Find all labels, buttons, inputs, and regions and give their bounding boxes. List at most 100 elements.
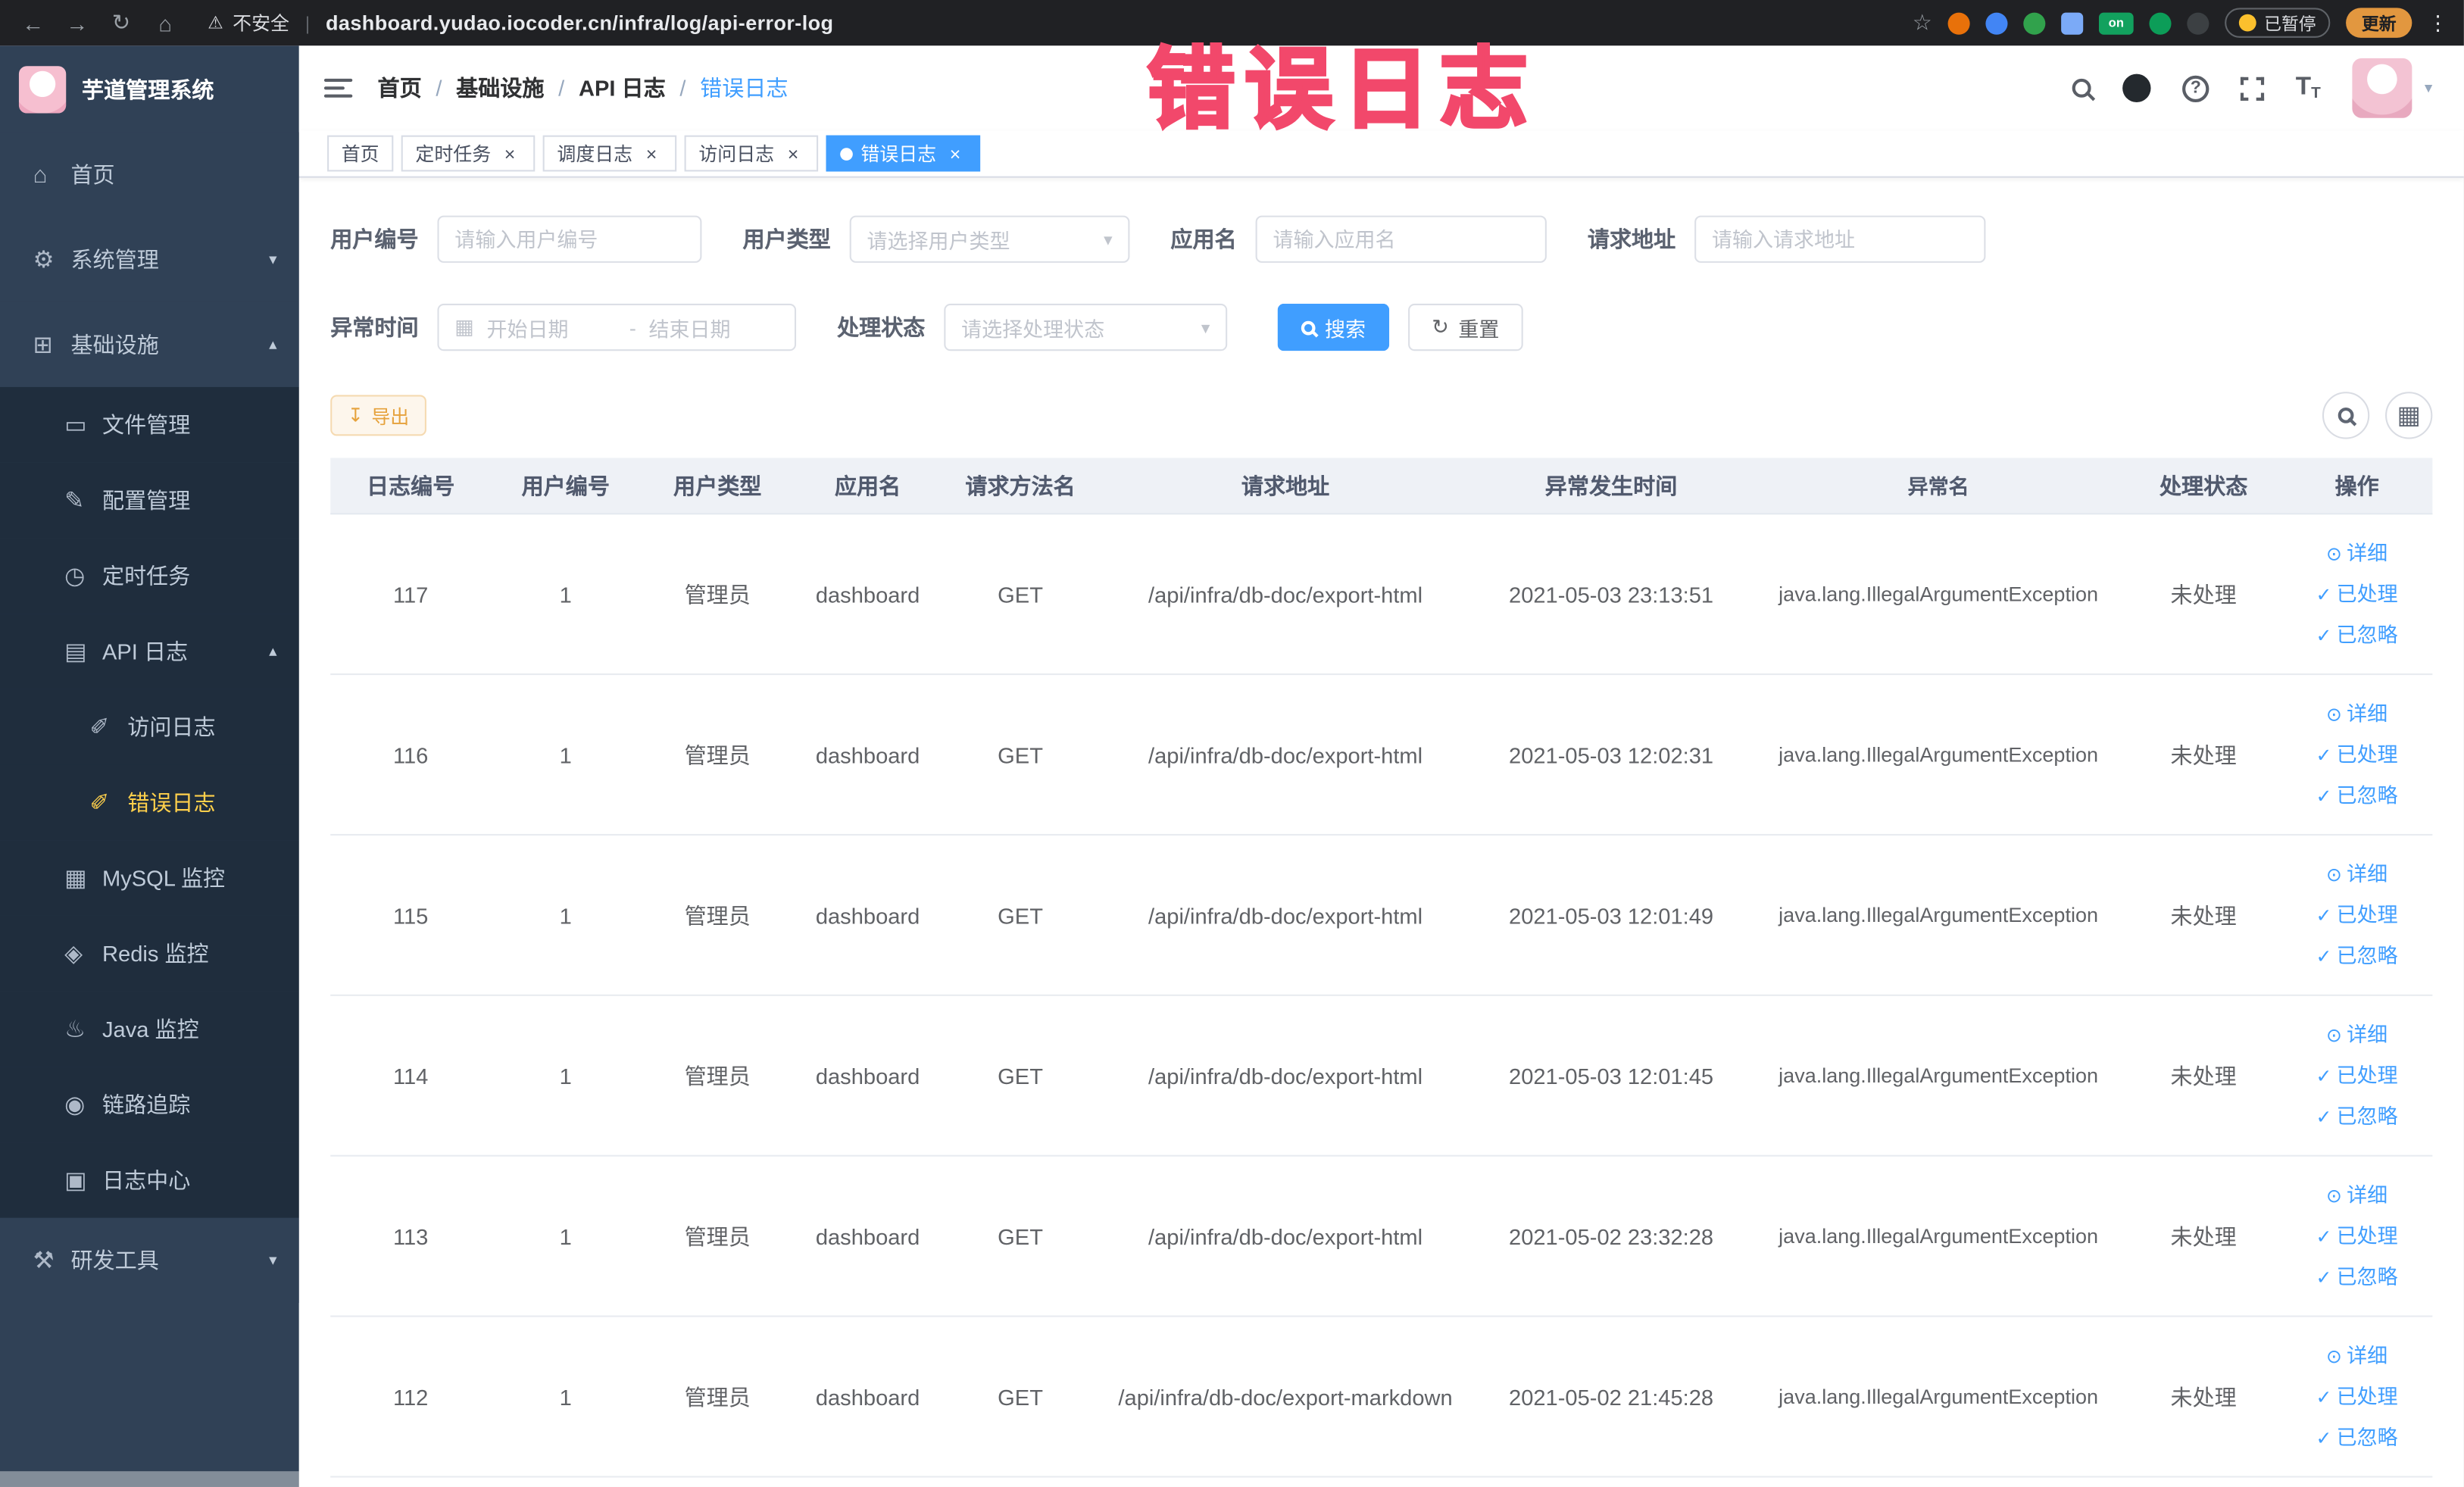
sidebar-item-tracer[interactable]: ◉ 链路追踪: [0, 1067, 299, 1143]
sidebar-item-label: Java 监控: [102, 1016, 199, 1042]
reset-button[interactable]: ↻ 重置: [1408, 303, 1523, 351]
extension-icon[interactable]: [1985, 11, 2008, 34]
cell-time: 2021-05-02 21:45:28: [1509, 1383, 1714, 1410]
address-bar[interactable]: ⚠ 不安全 | dashboard.yudao.iocoder.cn/infra…: [192, 5, 1903, 40]
tab-close-icon[interactable]: ×: [499, 142, 521, 164]
table-toolbar: ↧ 导出 ▦: [330, 392, 2433, 439]
sidebar-item-dev-tools[interactable]: ⚒ 研发工具 ▾: [0, 1217, 299, 1303]
processed-link[interactable]: ✓ 已处理: [2316, 1378, 2398, 1416]
error-log-table: 日志编号 用户编号 用户类型 应用名 请求方法名 请求地址 异常发生时间 异常名 处理状态 操作 …: [330, 458, 2433, 1478]
process-status-select[interactable]: 请选择处理状态 ▾: [944, 303, 1228, 351]
forward-icon[interactable]: →: [60, 11, 95, 36]
sidebar-item-label: 研发工具: [70, 1248, 159, 1273]
column-header: 处理状态: [2159, 473, 2248, 498]
sidebar-item-mysql[interactable]: ▦ MySQL 监控: [0, 840, 299, 916]
processed-link[interactable]: ✓ 已处理: [2316, 1057, 2398, 1095]
grid-icon: ▦: [2397, 402, 2421, 430]
breadcrumb-item[interactable]: 错误日志: [700, 73, 788, 105]
export-button[interactable]: ↧ 导出: [330, 395, 427, 436]
home-icon[interactable]: ⌂: [148, 11, 183, 36]
date-range-picker[interactable]: ▦ 开始日期 - 结束日期: [437, 303, 797, 351]
sidebar-item-java[interactable]: ♨ Java 监控: [0, 991, 299, 1067]
sidebar-item-file[interactable]: ▭ 文件管理: [0, 386, 299, 463]
bookmark-star-icon[interactable]: ☆: [1913, 9, 1932, 36]
reload-icon[interactable]: ↻: [104, 9, 139, 36]
sidebar-item-log-center[interactable]: ▣ 日志中心: [0, 1142, 299, 1218]
ignored-link[interactable]: ✓ 已忽略: [2316, 1098, 2398, 1136]
sidebar-toggle-icon[interactable]: [323, 78, 353, 98]
app-name-input[interactable]: [1273, 227, 1530, 251]
fullscreen-icon[interactable]: [2241, 76, 2265, 100]
extension-icon[interactable]: [1947, 11, 1970, 34]
extension-on-badge[interactable]: on: [2098, 11, 2134, 34]
tab-close-icon[interactable]: ×: [944, 142, 966, 164]
search-button[interactable]: 搜索: [1277, 303, 1390, 351]
font-size-icon[interactable]: TT: [2296, 74, 2321, 102]
extension-icon[interactable]: [2187, 11, 2209, 34]
sidebar-item-home[interactable]: ⌂ 首页: [0, 132, 299, 217]
ignored-link[interactable]: ✓ 已忽略: [2316, 616, 2398, 654]
avatar[interactable]: [2352, 58, 2412, 118]
detail-link[interactable]: ⊙ 详细: [2326, 855, 2387, 893]
browser-menu-icon[interactable]: ⋮: [2428, 11, 2448, 36]
extension-icon[interactable]: [2061, 11, 2084, 34]
url-text[interactable]: dashboard.yudao.iocoder.cn/infra/log/api…: [326, 11, 833, 35]
breadcrumb-item[interactable]: API 日志: [579, 73, 666, 105]
ignored-link[interactable]: ✓ 已忽略: [2316, 1258, 2398, 1296]
sidebar-item-job[interactable]: ◷ 定时任务: [0, 538, 299, 614]
sidebar-item-error-log[interactable]: ✐ 错误日志: [0, 764, 299, 841]
back-icon[interactable]: ←: [16, 11, 51, 36]
processed-link[interactable]: ✓ 已处理: [2316, 575, 2398, 613]
detail-link[interactable]: ⊙ 详细: [2326, 1176, 2387, 1214]
range-separator: -: [629, 315, 636, 339]
app-logo[interactable]: 芋道管理系统: [0, 45, 299, 132]
ignored-link[interactable]: ✓ 已忽略: [2316, 1419, 2398, 1457]
extension-icon[interactable]: [2149, 11, 2172, 34]
view-icon: ⊙: [2326, 1184, 2342, 1207]
extension-icon[interactable]: [2023, 11, 2046, 34]
sidebar-item-system[interactable]: ⚙ 系统管理 ▾: [0, 217, 299, 302]
tab-close-icon[interactable]: ×: [641, 142, 663, 164]
tab-close-icon[interactable]: ×: [782, 142, 804, 164]
ignored-link[interactable]: ✓ 已忽略: [2316, 937, 2398, 975]
processed-link[interactable]: ✓ 已处理: [2316, 736, 2398, 773]
sidebar-item-access-log[interactable]: ✐ 访问日志: [0, 689, 299, 765]
sidebar-item-api-log[interactable]: ▤ API 日志 ▴: [0, 614, 299, 689]
user-id-input[interactable]: [454, 227, 685, 251]
cell-user-id: 1: [559, 581, 572, 607]
detail-link[interactable]: ⊙ 详细: [2326, 1016, 2387, 1054]
user-type-select[interactable]: 请选择用户类型 ▾: [849, 215, 1130, 263]
processed-link[interactable]: ✓ 已处理: [2316, 896, 2398, 934]
tab-access-log[interactable]: 访问日志 ×: [684, 135, 819, 172]
sidebar-item-config[interactable]: ✎ 配置管理: [0, 462, 299, 539]
cell-url: /api/infra/db-doc/export-markdown: [1118, 1383, 1453, 1410]
table-column-settings-button[interactable]: ▦: [2385, 392, 2433, 439]
search-icon[interactable]: [2072, 78, 2091, 98]
detail-link[interactable]: ⊙ 详细: [2326, 1337, 2387, 1375]
request-url-input[interactable]: [1711, 227, 1969, 251]
grid-icon: ⊞: [33, 332, 53, 359]
help-icon[interactable]: ?: [2182, 74, 2209, 102]
chevron-down-icon[interactable]: ▾: [2425, 80, 2432, 97]
redis-icon: ◈: [64, 941, 83, 968]
breadcrumb-item[interactable]: 基础设施: [456, 73, 544, 105]
tab-job-log[interactable]: 调度日志 ×: [542, 135, 677, 172]
active-tab-dot: [840, 147, 853, 160]
processed-link[interactable]: ✓ 已处理: [2316, 1217, 2398, 1255]
sidebar-scrollbar[interactable]: [0, 1471, 299, 1487]
sidebar-item-redis[interactable]: ◈ Redis 监控: [0, 915, 299, 992]
detail-link[interactable]: ⊙ 详细: [2326, 534, 2387, 572]
tab-job[interactable]: 定时任务 ×: [401, 135, 536, 172]
action-label: 已忽略: [2336, 1264, 2398, 1289]
paused-badge[interactable]: 已暂停: [2225, 8, 2331, 38]
cell-user-type: 管理员: [684, 1063, 751, 1089]
breadcrumb-item[interactable]: 首页: [378, 73, 422, 105]
tab-home[interactable]: 首页: [327, 135, 394, 172]
sidebar-item-infra[interactable]: ⊞ 基础设施 ▴: [0, 301, 299, 387]
browser-update-button[interactable]: 更新: [2346, 8, 2412, 38]
tab-error-log[interactable]: 错误日志 ×: [826, 135, 981, 172]
table-search-toggle-button[interactable]: [2322, 392, 2370, 439]
ignored-link[interactable]: ✓ 已忽略: [2316, 776, 2398, 814]
github-icon[interactable]: [2122, 73, 2151, 103]
detail-link[interactable]: ⊙ 详细: [2326, 695, 2387, 733]
